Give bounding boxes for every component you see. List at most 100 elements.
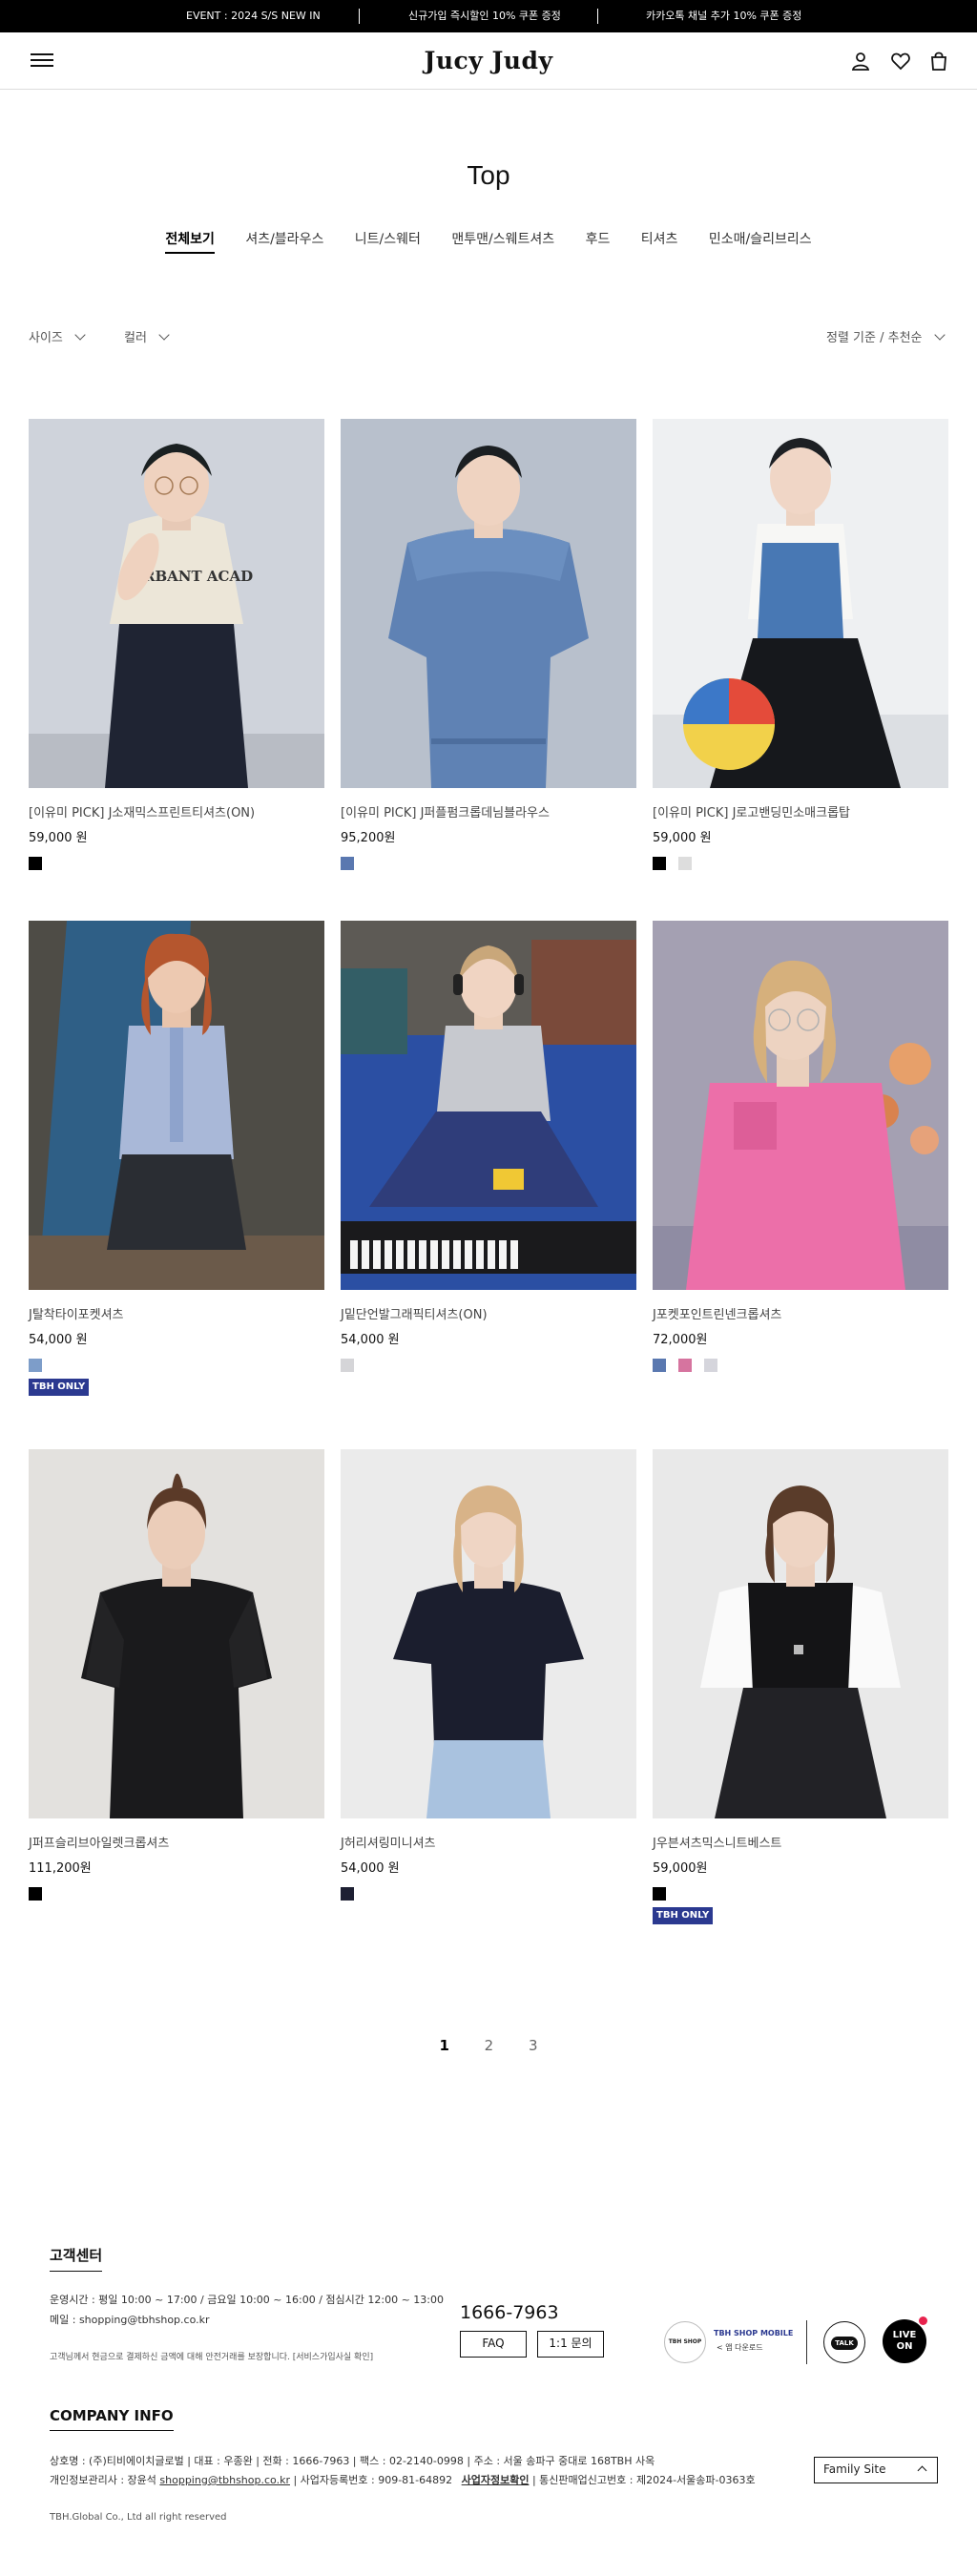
copyright: TBH.Global Co., Ltd all right reserved (50, 2512, 227, 2523)
product-card[interactable]: J퍼프슬리브아일렛크롭셔츠 111,200원 (29, 1449, 324, 1901)
product-name[interactable]: J밑단언발그래픽티셔츠(ON) (341, 1307, 636, 1324)
faq-button[interactable]: FAQ (460, 2331, 527, 2358)
app-download-link[interactable]: < 앱 다운로드 (717, 2342, 763, 2353)
sort-label: 정렬 기준 / 추천순 (826, 331, 923, 345)
user-icon[interactable] (849, 50, 872, 73)
color-swatch[interactable] (341, 1359, 354, 1372)
cs-email[interactable]: 메일 : shopping@tbhshop.co.kr (50, 2312, 210, 2327)
kakao-talk-button[interactable]: TALK (823, 2321, 865, 2363)
inquiry-button[interactable]: 1:1 문의 (537, 2331, 604, 2358)
color-swatch[interactable] (341, 857, 354, 870)
product-price: 59,000원 (653, 1861, 708, 1876)
tab-knit-sweater[interactable]: 니트/스웨터 (355, 229, 421, 252)
product-image[interactable] (341, 921, 636, 1290)
color-swatch[interactable] (29, 1359, 42, 1372)
app-download-title-text: TBH SHOP MOBILE (714, 2329, 794, 2337)
chevron-down-icon (158, 329, 170, 341)
product-image[interactable] (653, 419, 948, 788)
color-swatch[interactable] (704, 1359, 718, 1372)
product-card[interactable]: J포켓포인트린넨크롭셔츠 72,000원 (653, 921, 948, 1372)
product-image[interactable] (29, 921, 324, 1290)
color-swatches (29, 856, 324, 870)
color-swatches (653, 1358, 948, 1372)
product-name[interactable]: [이유미 PICK] J로고밴딩민소매크롭탑 (653, 805, 948, 822)
tbh-app-icon[interactable]: TBH SHOP (664, 2321, 706, 2363)
tab-shirts-blouses[interactable]: 셔츠/블라우스 (245, 229, 323, 252)
chevron-up-icon (917, 2465, 927, 2476)
color-swatches (29, 1358, 324, 1372)
tbh-only-badge: TBH ONLY (29, 1379, 90, 1396)
color-swatch[interactable] (653, 1887, 666, 1901)
tab-tshirts[interactable]: 티셔츠 (641, 229, 678, 252)
product-name[interactable]: [이유미 PICK] J소재믹스프린트티셔츠(ON) (29, 805, 324, 822)
page-2-link[interactable]: 2 (485, 2037, 494, 2054)
color-swatch[interactable] (653, 857, 666, 870)
product-name[interactable]: J퍼프슬리브아일렛크롭셔츠 (29, 1836, 324, 1853)
product-card[interactable]: [이유미 PICK] J로고밴딩민소매크롭탑 59,000 원 (653, 419, 948, 870)
company-email-link[interactable]: shopping@tbhshop.co.kr (159, 2474, 290, 2486)
color-swatch[interactable] (678, 1359, 693, 1372)
business-number: | 사업자등록번호 : 909-81-64892 (289, 2474, 453, 2486)
site-logo[interactable]: Jucy Judy (393, 42, 584, 80)
color-swatch[interactable] (653, 1359, 666, 1372)
product-price: 54,000 원 (341, 1333, 400, 1347)
bag-icon[interactable] (927, 50, 950, 73)
product-card[interactable]: J밑단언발그래픽티셔츠(ON) 54,000 원 (341, 921, 636, 1372)
company-info-title: COMPANY INFO (50, 2407, 174, 2431)
app-download-title[interactable]: TBH SHOP MOBILE (714, 2329, 793, 2337)
color-swatch[interactable] (29, 1887, 42, 1901)
product-image[interactable] (341, 1449, 636, 1818)
product-price: 72,000원 (653, 1333, 708, 1347)
live-on-button[interactable]: LIVE ON (883, 2319, 926, 2363)
product-card[interactable]: [이유미 PICK] J퍼플펌크롭데님블라우스 95,200원 (341, 419, 636, 870)
tab-all[interactable]: 전체보기 (165, 229, 215, 254)
product-image[interactable] (341, 419, 636, 788)
tab-hoodie[interactable]: 후드 (586, 229, 611, 252)
product-image[interactable] (653, 1449, 948, 1818)
page-3-link[interactable]: 3 (529, 2037, 538, 2054)
product-image[interactable] (653, 921, 948, 1290)
product-price: 54,000 원 (29, 1333, 88, 1347)
cs-phone-number: 1666-7963 (460, 2302, 559, 2323)
customer-center-title: 고객센터 (50, 2245, 103, 2272)
page-1-link[interactable]: 1 (439, 2037, 448, 2054)
product-image[interactable] (29, 1449, 324, 1818)
product-name[interactable]: J탈착타이포켓셔츠 (29, 1307, 324, 1324)
event-item-kakao-coupon[interactable]: 카카오톡 채널 추가 10% 쿠폰 증정 (646, 0, 801, 32)
heart-icon[interactable] (889, 50, 912, 73)
tbh-app-icon-label: TBH SHOP (668, 2338, 702, 2345)
product-price: 59,000 원 (29, 831, 88, 845)
site-header: Jucy Judy (0, 32, 977, 90)
color-swatch[interactable] (678, 857, 693, 870)
live-indicator-dot (919, 2316, 927, 2325)
product-image[interactable]: RBANT ACAD (29, 419, 324, 788)
pagination: 1 2 3 (0, 2037, 977, 2054)
tab-sweatshirts[interactable]: 맨투맨/스웨트셔츠 (451, 229, 554, 252)
product-name[interactable]: J허리셔링미니셔츠 (341, 1836, 636, 1853)
footer-divider (806, 2320, 807, 2364)
color-filter-dropdown[interactable]: 컬러 (124, 327, 170, 345)
family-site-dropdown[interactable]: Family Site (814, 2457, 938, 2483)
product-price: 95,200원 (341, 831, 396, 845)
sort-dropdown[interactable]: 정렬 기준 / 추천순 (826, 327, 946, 345)
tab-sleeveless[interactable]: 민소매/슬리브리스 (709, 229, 812, 252)
event-item-signup-coupon[interactable]: 신규가입 즉시할인 10% 쿠폰 증정 (408, 0, 561, 32)
product-card[interactable]: J허리셔링미니셔츠 54,000 원 (341, 1449, 636, 1901)
event-divider (359, 9, 360, 24)
menu-icon[interactable] (31, 53, 53, 71)
size-filter-label: 사이즈 (29, 331, 63, 345)
size-filter-dropdown[interactable]: 사이즈 (29, 327, 86, 345)
product-name[interactable]: J포켓포인트린넨크롭셔츠 (653, 1307, 948, 1324)
product-name[interactable]: J우븐셔츠믹스니트베스트 (653, 1836, 948, 1853)
color-swatch[interactable] (341, 1887, 354, 1901)
product-card[interactable]: J우븐셔츠믹스니트베스트 59,000원 TBH ONLY (653, 1449, 948, 1924)
product-name[interactable]: [이유미 PICK] J퍼플펌크롭데님블라우스 (341, 805, 636, 822)
product-card[interactable]: RBANT ACAD [이유미 PICK] J소재믹스프린트티셔츠(ON) 59… (29, 419, 324, 870)
product-card[interactable]: J탈착타이포켓셔츠 54,000 원 TBH ONLY (29, 921, 324, 1396)
event-bar: EVENT : 2024 S/S NEW IN 신규가입 즉시할인 10% 쿠폰… (0, 0, 977, 32)
color-filter-label: 컬러 (124, 331, 147, 345)
color-swatches (341, 856, 636, 870)
event-item-new-in[interactable]: EVENT : 2024 S/S NEW IN (186, 0, 321, 32)
business-info-link[interactable]: 사업자정보확인 (462, 2474, 530, 2486)
color-swatch[interactable] (29, 857, 42, 870)
